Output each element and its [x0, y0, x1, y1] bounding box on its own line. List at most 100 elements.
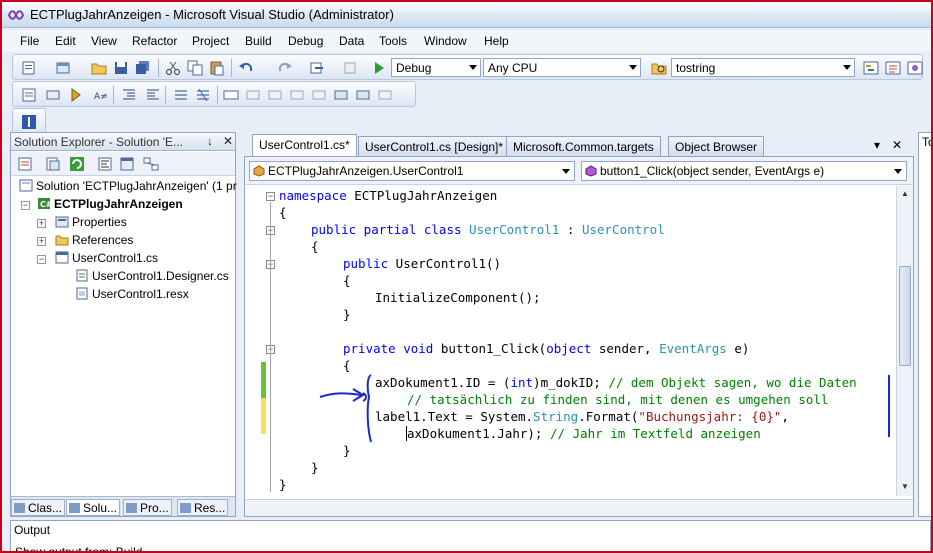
collapse-region-icon[interactable]: − — [266, 192, 275, 201]
view-code-icon[interactable] — [97, 156, 113, 172]
menu-edit[interactable]: Edit — [55, 34, 76, 48]
previous-bookmark-icon[interactable] — [245, 87, 261, 103]
code-text-area[interactable]: − − − − namespace ECTPlugJahrAnzeigen { … — [245, 186, 890, 516]
display-object-member-list-icon[interactable] — [21, 87, 37, 103]
quick-info-icon[interactable] — [69, 87, 85, 103]
standard-toolbar: Debug Any CPU tostring — [12, 54, 923, 80]
vertical-scrollbar[interactable]: ▲ ▼ — [896, 186, 913, 496]
tab-resource-view[interactable]: Res... — [177, 499, 229, 516]
expand-icon[interactable]: + — [37, 237, 46, 246]
view-class-diagram-icon[interactable] — [143, 156, 159, 172]
cut-icon[interactable] — [165, 60, 181, 76]
scroll-down-icon[interactable]: ▼ — [901, 482, 909, 491]
tree-item-references[interactable]: References — [55, 233, 133, 251]
tab-property-manager[interactable]: Pro... — [123, 499, 172, 516]
tab-label: Object Browser — [675, 140, 758, 154]
class-icon — [253, 165, 265, 177]
properties-icon[interactable] — [17, 156, 33, 172]
tab-class-view[interactable]: Clas... — [11, 499, 66, 516]
tab-common-targets[interactable]: Microsoft.Common.targets — [506, 136, 661, 156]
save-all-icon[interactable] — [135, 60, 151, 76]
code-line: private void button1_Click(object sender… — [343, 341, 750, 356]
platform-combo[interactable]: Any CPU — [483, 58, 641, 77]
types-combo[interactable]: ECTPlugJahrAnzeigen.UserControl1 — [249, 161, 575, 181]
tree-item-solution[interactable]: Solution 'ECTPlugJahrAnzeigen' (1 pr — [19, 179, 237, 197]
increase-indent-icon[interactable] — [145, 87, 161, 103]
properties-window-icon[interactable] — [885, 60, 901, 76]
redo-icon[interactable] — [277, 60, 293, 76]
find-in-files-icon[interactable] — [651, 60, 667, 76]
show-output-from-value[interactable]: Build — [116, 545, 143, 551]
comment-out-icon[interactable] — [173, 87, 189, 103]
configuration-combo[interactable]: Debug — [391, 58, 481, 77]
menu-project[interactable]: Project — [192, 34, 229, 48]
toggle-bookmark-icon[interactable] — [223, 87, 239, 103]
pin-button[interactable]: ↓ — [207, 134, 213, 148]
solution-explorer-header: Solution Explorer - Solution 'E... ↓ ✕ — [11, 133, 235, 151]
uncomment-icon[interactable] — [195, 87, 211, 103]
collapse-icon[interactable]: − — [21, 201, 30, 210]
horizontal-scrollbar[interactable] — [245, 499, 913, 516]
extra-toolbar — [12, 108, 46, 134]
menu-build[interactable]: Build — [245, 34, 272, 48]
next-bookmark-folder-icon[interactable] — [311, 87, 327, 103]
save-icon[interactable] — [113, 60, 129, 76]
undo-icon[interactable] — [238, 60, 254, 76]
menu-window[interactable]: Window — [424, 34, 467, 48]
find-combo[interactable]: tostring — [671, 58, 855, 77]
menu-refactor[interactable]: Refactor — [132, 34, 177, 48]
tree-item-resx[interactable]: UserControl1.resx — [75, 287, 189, 305]
add-item-icon[interactable] — [55, 60, 71, 76]
tab-usercontrol-design[interactable]: UserControl1.cs [Design]* — [358, 136, 511, 156]
next-bookmark-document-icon[interactable] — [355, 87, 371, 103]
tab-object-browser[interactable]: Object Browser — [668, 136, 765, 156]
show-all-files-icon[interactable] — [45, 156, 61, 172]
refresh-icon[interactable] — [69, 156, 85, 172]
tree-item-label: ECTPlugJahrAnzeigen — [54, 197, 183, 211]
toolbar-separator — [165, 86, 166, 104]
next-bookmark-icon[interactable] — [267, 87, 283, 103]
code-line: } — [311, 460, 319, 475]
tree-item-usercontrol[interactable]: UserControl1.cs — [55, 251, 158, 269]
menu-data[interactable]: Data — [339, 34, 364, 48]
scroll-thumb[interactable] — [899, 266, 911, 366]
scroll-up-icon[interactable]: ▲ — [901, 189, 909, 198]
previous-bookmark-folder-icon[interactable] — [289, 87, 305, 103]
code-line: { — [311, 239, 319, 254]
view-designer-icon[interactable] — [119, 156, 135, 172]
previous-bookmark-document-icon[interactable] — [333, 87, 349, 103]
decrease-indent-icon[interactable] — [121, 87, 137, 103]
menu-debug[interactable]: Debug — [288, 34, 323, 48]
tree-item-designer[interactable]: UserControl1.Designer.cs — [75, 269, 229, 287]
tree-item-properties[interactable]: Properties — [55, 215, 127, 233]
menu-help[interactable]: Help — [484, 34, 509, 48]
active-files-dropdown[interactable]: ▾ — [874, 138, 880, 152]
expand-icon[interactable]: + — [37, 219, 46, 228]
navigate-backward-icon[interactable] — [309, 60, 325, 76]
complete-word-icon[interactable]: A≠ — [93, 87, 109, 103]
tree-item-project[interactable]: C#ECTPlugJahrAnzeigen — [37, 197, 183, 215]
code-line: label1.Text = System.String.Format("Buch… — [375, 409, 789, 424]
solution-explorer-icon[interactable] — [863, 60, 879, 76]
show-output-from-label: Show output from: Build — [15, 545, 143, 551]
navigate-forward-icon[interactable] — [343, 60, 359, 76]
tab-usercontrol-code[interactable]: UserControl1.cs* — [252, 134, 357, 156]
copy-icon[interactable] — [187, 60, 203, 76]
paste-icon[interactable] — [209, 60, 225, 76]
open-file-icon[interactable] — [91, 60, 107, 76]
toolbox-panel[interactable]: To — [918, 132, 931, 517]
display-parameter-info-icon[interactable] — [45, 87, 61, 103]
object-browser-icon[interactable] — [907, 60, 923, 76]
members-combo[interactable]: button1_Click(object sender, EventArgs e… — [581, 161, 907, 181]
start-debugging-icon[interactable] — [371, 60, 387, 76]
collapse-icon[interactable]: − — [37, 255, 46, 264]
close-document-icon[interactable]: ✕ — [892, 138, 902, 152]
tab-solution-explorer[interactable]: Solu... — [66, 499, 121, 516]
menu-view[interactable]: View — [91, 34, 117, 48]
menu-file[interactable]: File — [20, 34, 39, 48]
clear-bookmarks-icon[interactable] — [377, 87, 393, 103]
menu-tools[interactable]: Tools — [379, 34, 407, 48]
close-icon[interactable]: ✕ — [223, 134, 233, 148]
new-project-icon[interactable] — [21, 60, 37, 76]
insert-item-icon[interactable] — [21, 114, 37, 130]
